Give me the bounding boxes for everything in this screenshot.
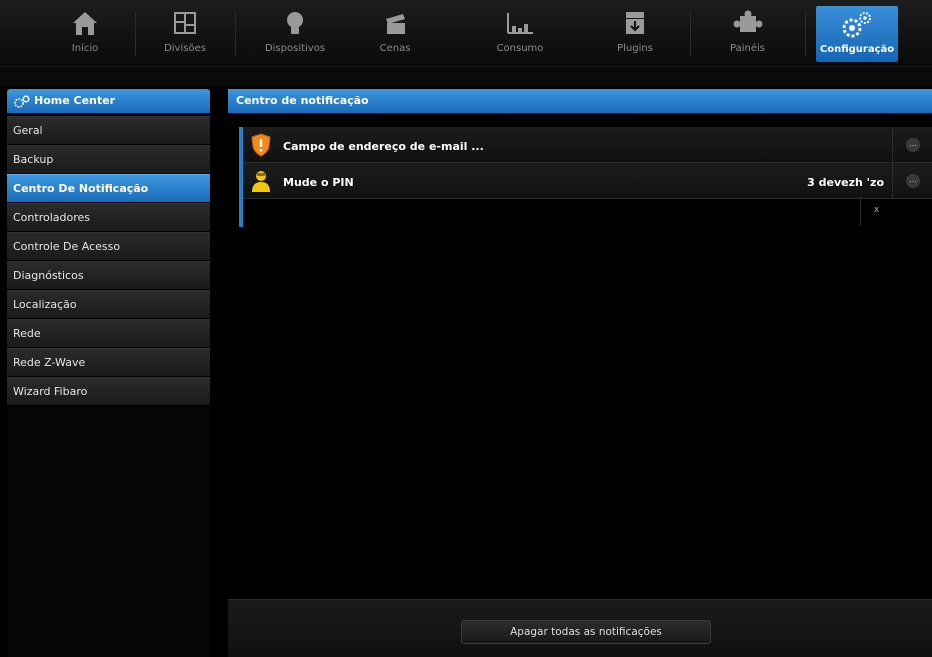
- sidebar-title: Home Center: [34, 94, 116, 107]
- sidebar-item-localizacao[interactable]: Localização: [7, 290, 210, 319]
- nav-label: Plugins: [617, 43, 653, 54]
- nav-label: Cenas: [379, 43, 411, 54]
- sidebar-item-rede[interactable]: Rede: [7, 319, 210, 348]
- divider: [235, 12, 236, 56]
- nav-item-paineis[interactable]: Painéis: [695, 0, 800, 64]
- sidebar-item-geral[interactable]: Geral: [7, 116, 210, 145]
- nav-label: Consumo: [496, 43, 544, 54]
- nav-item-dispositivos[interactable]: Dispositivos: [250, 0, 340, 64]
- divider: [135, 12, 136, 56]
- bar-chart-icon: [505, 9, 535, 40]
- more-icon: ...: [906, 138, 920, 152]
- sidebar-item-controladores[interactable]: Controladores: [7, 203, 210, 232]
- page-title: Centro de notificação: [236, 94, 369, 107]
- bottom-bar: Apagar todas as notificações: [228, 599, 932, 657]
- notification-title: Mude o PIN: [283, 176, 354, 189]
- nav-item-cenas[interactable]: Cenas: [340, 0, 450, 64]
- nav-item-configuracao[interactable]: Configuração: [816, 6, 898, 62]
- clear-all-notifications-button[interactable]: Apagar todas as notificações: [461, 620, 711, 644]
- notification-item[interactable]: Mude o PIN 3 devezh 'zo ...: [243, 163, 932, 199]
- nav-item-consumo[interactable]: Consumo: [465, 0, 575, 64]
- divider: [690, 12, 691, 56]
- home-icon: [71, 9, 99, 40]
- puzzle-icon: [731, 9, 765, 40]
- notification-time: 3 devezh 'zo: [807, 176, 884, 189]
- sidebar-item-wizard-fibaro[interactable]: Wizard Fibaro: [7, 377, 210, 406]
- nav-item-plugins[interactable]: Plugins: [580, 0, 690, 64]
- plugin-box-icon: [621, 9, 649, 40]
- nav-underbar: [0, 66, 932, 86]
- sidebar-item-diagnosticos[interactable]: Diagnósticos: [7, 261, 210, 290]
- main-header: Centro de notificação: [228, 89, 932, 113]
- user-icon: [250, 169, 272, 196]
- sidebar-item-centro-de-notificacao[interactable]: Centro De Notificação: [7, 174, 210, 203]
- sidebar-item-backup[interactable]: Backup: [7, 145, 210, 174]
- notification-item[interactable]: Campo de endereço de e-mail ... ...: [243, 127, 932, 163]
- nav-item-inicio[interactable]: Início: [40, 0, 130, 64]
- nav-label: Configuração: [819, 44, 895, 55]
- gears-icon: [13, 94, 31, 118]
- nav-label: Divisões: [164, 43, 206, 54]
- close-notification-button[interactable]: x: [860, 196, 892, 226]
- lightbulb-icon: [281, 9, 309, 40]
- nav-item-divisoes[interactable]: Divisões: [140, 0, 230, 64]
- more-options-button[interactable]: ...: [892, 127, 932, 163]
- sidebar-empty-area: [7, 406, 210, 657]
- nav-label: Dispositivos: [264, 43, 326, 54]
- sidebar-item-rede-z-wave[interactable]: Rede Z-Wave: [7, 348, 210, 377]
- sidebar-item-controle-de-acesso[interactable]: Controle De Acesso: [7, 232, 210, 261]
- more-icon: ...: [906, 174, 920, 188]
- divider: [805, 12, 806, 56]
- nav-label: Painéis: [730, 43, 765, 54]
- notification-title: Campo de endereço de e-mail ...: [283, 140, 484, 153]
- clapperboard-icon: [381, 9, 409, 40]
- sidebar-header: Home Center: [7, 89, 210, 113]
- warning-shield-icon: [250, 133, 272, 160]
- more-options-button[interactable]: ...: [892, 163, 932, 199]
- top-navigation: Início Divisões Dispositivos Cenas Consu…: [0, 0, 932, 66]
- nav-label: Início: [71, 43, 99, 54]
- gears-icon: [840, 10, 874, 43]
- sidebar-menu: Geral Backup Centro De Notificação Contr…: [7, 116, 210, 406]
- rooms-icon: [171, 9, 199, 40]
